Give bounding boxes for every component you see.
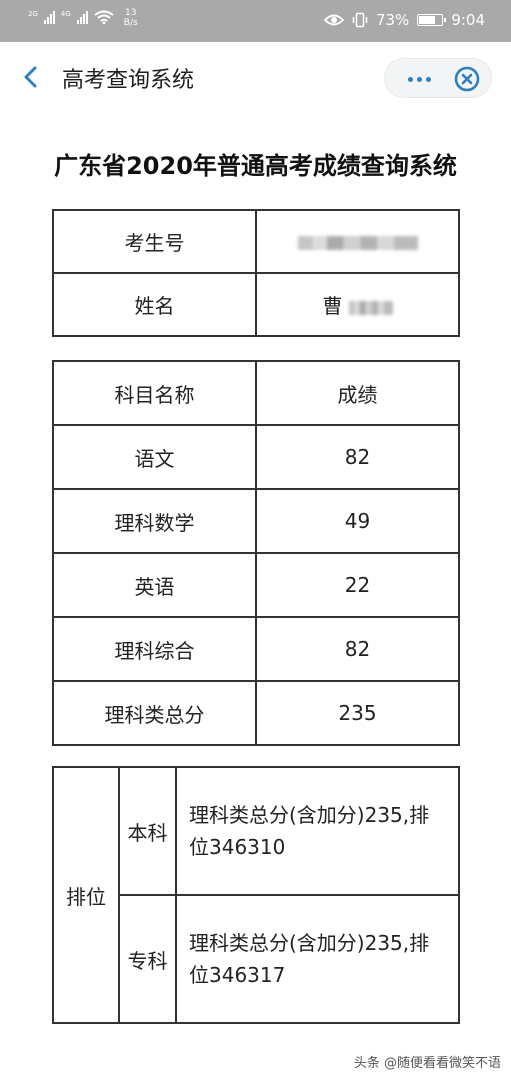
score-cell: 49 (255, 488, 460, 554)
network-type-1: 2G (28, 10, 38, 18)
total-label-cell: 理科类总分 (52, 680, 257, 746)
signal-icon-2 (76, 10, 88, 24)
name-cell: 曹 (255, 272, 460, 337)
eye-icon (323, 14, 344, 26)
scores-table: 科目名称 成绩 语文 82 理科数学 49 英语 22 理科综合 82 理科类总… (52, 360, 460, 746)
table-row: 考生号 (52, 209, 460, 274)
vibrate-icon (352, 12, 368, 28)
nav-title: 高考查询系统 (62, 68, 195, 93)
subject-cell: 英语 (52, 552, 257, 618)
ranking-value-undergrad: 理科类总分(含加分)235,排位346310 (175, 766, 460, 896)
redacted-name (348, 300, 393, 315)
table-row: 语文 82 (52, 424, 460, 490)
ranking-value-college: 理科类总分(含加分)235,排位346317 (175, 894, 460, 1024)
candidate-info-table: 考生号 姓名 曹 (52, 209, 460, 337)
table-row: 理科综合 82 (52, 616, 460, 682)
signal-icon (43, 10, 55, 24)
page-title: 广东省2020年普通高考成绩查询系统 (54, 152, 457, 180)
nav-bar: 高考查询系统 (0, 42, 511, 112)
total-score-cell: 235 (255, 680, 460, 746)
subject-cell: 理科数学 (52, 488, 257, 554)
network-speed: 13 B/s (124, 8, 138, 28)
table-header-row: 科目名称 成绩 (52, 360, 460, 426)
status-bar: 2G 4G 13 B/s 73% 9:04 (0, 0, 511, 42)
table-row: 英语 22 (52, 552, 460, 618)
more-dots-icon[interactable] (399, 59, 439, 99)
ranking-label: 排位 (52, 766, 120, 1024)
wifi-icon (94, 10, 114, 24)
ranking-type-college: 专科 (118, 894, 177, 1024)
table-row: 排位 本科 理科类总分(含加分)235,排位346310 (52, 766, 460, 1024)
table-row: 理科类总分 235 (52, 680, 460, 746)
network-type-2: 4G (60, 10, 71, 18)
score-cell: 82 (255, 424, 460, 490)
battery-icon (417, 14, 447, 26)
speed-unit: B/s (123, 18, 138, 28)
column-header-score: 成绩 (255, 360, 460, 426)
score-cell: 22 (255, 552, 460, 618)
redacted-exam-id (297, 236, 418, 250)
column-header-subject: 科目名称 (52, 360, 257, 426)
table-row: 姓名 曹 (52, 272, 460, 337)
chevron-left-icon[interactable] (22, 66, 38, 88)
exam-id-label: 考生号 (52, 209, 257, 274)
name-value: 曹 (322, 294, 343, 318)
ranking-table: 排位 本科 理科类总分(含加分)235,排位346310 专科 理科类总分(含加… (52, 766, 460, 1024)
speed-value: 13 (125, 8, 137, 18)
table-row: 理科数学 49 (52, 488, 460, 554)
subject-cell: 语文 (52, 424, 257, 490)
mini-program-capsule (384, 58, 492, 98)
exam-id-value (255, 209, 460, 274)
subject-cell: 理科综合 (52, 616, 257, 682)
status-right: 73% 9:04 (323, 11, 485, 29)
clock: 9:04 (451, 11, 485, 29)
watermark: 头条 @随便看看微笑不语 (353, 1056, 501, 1071)
close-circle-icon[interactable] (453, 65, 481, 93)
ranking-type-undergrad: 本科 (118, 766, 177, 896)
score-cell: 82 (255, 616, 460, 682)
battery-percent: 73% (375, 11, 410, 29)
status-left: 2G 4G 13 B/s (28, 8, 138, 28)
name-label: 姓名 (52, 272, 257, 337)
